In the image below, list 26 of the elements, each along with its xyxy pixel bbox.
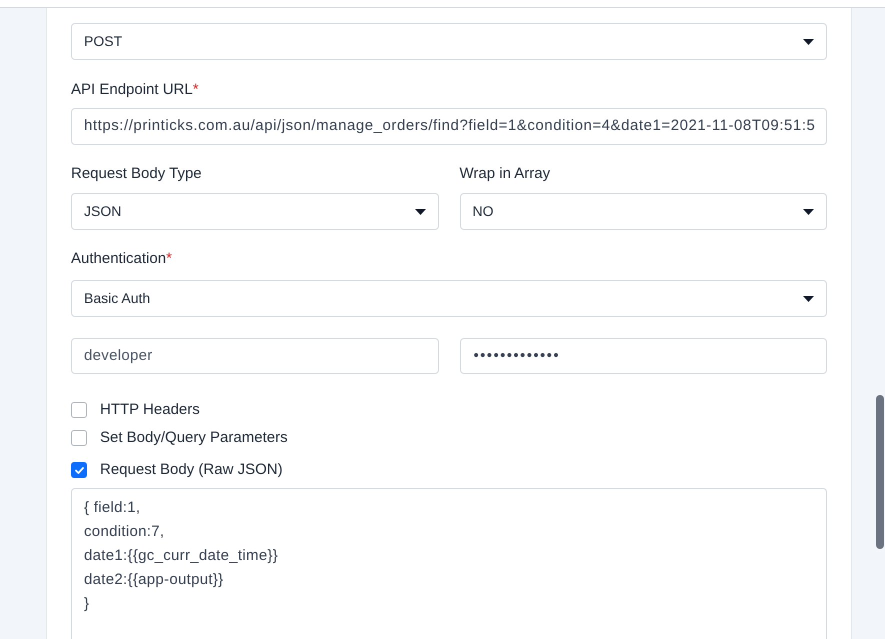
required-asterisk: * bbox=[192, 80, 199, 100]
body-type-select[interactable]: JSON bbox=[71, 193, 438, 230]
wrap-array-select[interactable]: NO bbox=[460, 193, 827, 230]
required-asterisk: * bbox=[166, 249, 172, 269]
checkbox-label[interactable]: Request Body (Raw JSON) bbox=[100, 458, 283, 482]
username-input[interactable]: developer bbox=[71, 338, 438, 374]
caret-icon bbox=[803, 296, 814, 302]
method-select[interactable]: POST bbox=[71, 23, 827, 60]
caret-icon bbox=[803, 208, 814, 214]
scrollbar-thumb[interactable] bbox=[876, 395, 884, 549]
checkmark-icon bbox=[74, 466, 84, 474]
field-label: Wrap in Array bbox=[460, 164, 550, 184]
checkbox[interactable] bbox=[71, 462, 87, 478]
json-textarea[interactable]: { field:1, condition:7, date1:{{gc_curr_date_time}} date2:{{app-output}} } bbox=[71, 488, 827, 639]
checkbox-label[interactable]: Set Body/Query Parameters bbox=[100, 426, 288, 450]
field-label: API Endpoint URL bbox=[71, 80, 193, 100]
auth-select[interactable]: Basic Auth bbox=[71, 280, 827, 317]
checkbox-label[interactable]: HTTP Headers bbox=[100, 398, 200, 422]
url-input[interactable]: https://printicks.com.au/api/json/manage_orders/find?field=1&condition=4&date1=2021-11-08T09:51:5 bbox=[71, 108, 827, 145]
checkbox[interactable] bbox=[71, 430, 87, 446]
checkbox[interactable] bbox=[71, 402, 87, 418]
field-label: Request Body Type bbox=[71, 164, 202, 184]
caret-icon bbox=[414, 208, 426, 214]
field-label: Authentication bbox=[71, 249, 166, 269]
caret-icon bbox=[803, 38, 814, 44]
password-input[interactable]: ••••••••••••• bbox=[460, 338, 827, 374]
